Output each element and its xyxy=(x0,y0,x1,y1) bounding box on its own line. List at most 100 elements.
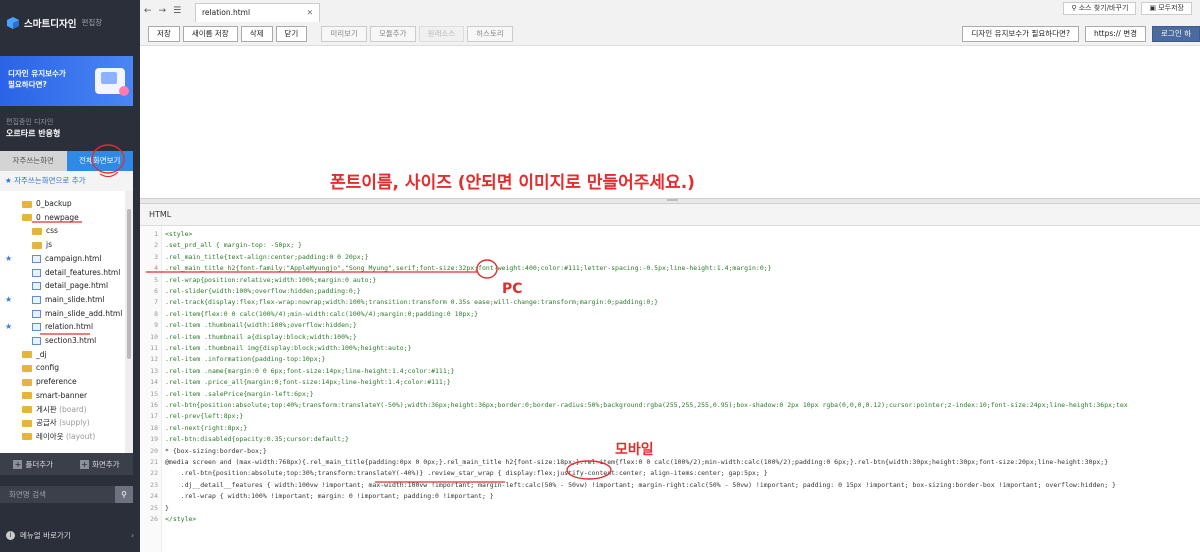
add-module-button[interactable]: 모듈추가 xyxy=(369,26,416,42)
tree-item-label: 게시판 xyxy=(36,404,57,414)
line-number: 1 xyxy=(154,230,158,238)
line-number: 23 xyxy=(150,480,158,489)
search-icon[interactable]: ⚲ xyxy=(115,486,133,503)
code-line[interactable]: } xyxy=(165,503,1200,513)
code-editor[interactable]: 1 2 3 4 5 6 7 8 9 10 11 12 13 14 15 16 17 18 19 20 21 22 23 24 2… xyxy=(140,226,1200,552)
screen-search-input[interactable]: 화면명 검색 ⚲ xyxy=(0,486,133,503)
list-menu-icon[interactable]: ☰ xyxy=(173,6,181,16)
maintenance-button[interactable]: 디자인 유지보수가 필요하다면? xyxy=(962,26,1079,42)
tab-relation-html[interactable]: relation.html ✕ xyxy=(195,3,320,22)
code-line[interactable]: .dj__detail__features { width:100vw !imp… xyxy=(165,480,1200,490)
tree-item[interactable]: main_slide_add.html xyxy=(32,307,122,320)
add-folder-button[interactable]: + 폴더추가 xyxy=(0,453,67,475)
back-arrow-icon[interactable]: ← xyxy=(144,6,152,16)
brand: 스마트디자인 편집창 xyxy=(0,0,140,45)
tree-item[interactable]: _dj xyxy=(22,348,47,361)
code-line[interactable]: .rel-btn{position:absolute;top:30%;trans… xyxy=(165,468,1200,478)
tab-favorites[interactable]: 자주쓰는화면 xyxy=(0,151,67,171)
tree-item[interactable]: 공급사 (supply) xyxy=(22,416,90,429)
code-line[interactable]: .rel-item .salePrice{margin-left:6px;} xyxy=(165,389,1200,399)
code-line[interactable]: .rel-next{right:8px;} xyxy=(165,423,1200,433)
line-number: 2 xyxy=(154,241,158,250)
close-button[interactable]: 닫기 xyxy=(275,26,308,42)
tree-item[interactable]: js xyxy=(32,238,52,251)
code-line[interactable]: .set_prd_all { margin-top: -50px; } xyxy=(165,240,1200,250)
code-line[interactable]: .rel-item{flex:0 0 calc(100%/4);min-widt… xyxy=(165,309,1200,319)
tree-item[interactable]: relation.html xyxy=(32,320,93,333)
forward-arrow-icon[interactable]: → xyxy=(159,6,167,16)
code-line[interactable]: .rel-wrap{position:relative;width:100%;m… xyxy=(165,275,1200,285)
tree-item[interactable]: 게시판 (board) xyxy=(22,403,87,416)
code-line[interactable]: </style> xyxy=(165,514,1200,524)
tree-scrollbar[interactable] xyxy=(125,191,133,453)
save-button[interactable]: 저장 xyxy=(148,26,180,42)
tree-item[interactable]: config xyxy=(22,361,59,374)
tree-item-label: campaign.html xyxy=(45,253,102,263)
https-change-button[interactable]: https:// 변경 xyxy=(1084,26,1147,42)
tree-item[interactable]: section3.html xyxy=(32,334,96,347)
manual-shortcut-label: 메뉴얼 바로가기 xyxy=(20,531,71,540)
tree-item[interactable]: smart-banner xyxy=(22,389,87,402)
tree-item-label: section3.html xyxy=(45,336,97,345)
code-line[interactable]: .rel-slider{width:100%;overflow:hidden;p… xyxy=(165,286,1200,296)
line-number: 16 xyxy=(150,401,158,409)
save-as-button[interactable]: 새이름 저장 xyxy=(182,26,238,42)
code-line[interactable]: <style> xyxy=(165,229,1200,239)
html-file-icon xyxy=(32,323,41,332)
search-icon: ⚲ xyxy=(1071,4,1079,12)
tree-item[interactable]: main_slide.html xyxy=(32,293,104,306)
code-line[interactable]: .rel-item .thumbnail img{display:block;w… xyxy=(165,343,1200,353)
add-screen-button[interactable]: + 화면추가 xyxy=(67,453,134,475)
manual-shortcut[interactable]: i 메뉴얼 바로가기 › xyxy=(6,530,134,541)
preview-button[interactable]: 미리보기 xyxy=(321,26,367,42)
close-tab-icon[interactable]: ✕ xyxy=(307,4,313,22)
line-number: 12 xyxy=(150,355,158,364)
line-gutter: 1 2 3 4 5 6 7 8 9 10 11 12 13 14 15 16 17 18 19 20 21 22 23 24 2… xyxy=(140,226,162,552)
login-button[interactable]: 로그인 하 xyxy=(1152,26,1200,42)
save-all-button[interactable]: ▣ 모두저장 xyxy=(1141,2,1192,15)
top-toolbar: ← → ☰ relation.html ✕ ⚲ 소스 찾기/바꾸기 ▣ 모두저장… xyxy=(140,0,1200,46)
tree-item[interactable]: preference xyxy=(22,375,77,388)
folder-icon xyxy=(22,406,32,413)
source-find-replace-button[interactable]: ⚲ 소스 찾기/바꾸기 xyxy=(1063,2,1137,15)
tree-item-label: smart-banner xyxy=(36,390,88,400)
tree-item[interactable]: detail_page.html xyxy=(32,279,108,292)
tree-item[interactable]: 레이아웃 (layout) xyxy=(22,430,95,443)
tree-item[interactable]: css xyxy=(32,224,58,237)
code-line[interactable]: .rel-item .price_all{margin:0;font-size:… xyxy=(165,377,1200,387)
code-line[interactable]: .rel-prev{left:8px;} xyxy=(165,411,1200,421)
code-line[interactable]: .rel-item .information{padding-top:10px;… xyxy=(165,354,1200,364)
favorite-star-icon[interactable]: ★ xyxy=(5,252,12,265)
tree-item[interactable]: 0_newpage xyxy=(22,211,79,224)
html-file-icon xyxy=(32,337,41,345)
scrollbar-thumb[interactable] xyxy=(127,209,131,359)
code-line[interactable]: .rel-item .name{margin:0 0 6px;font-size… xyxy=(165,366,1200,376)
history-button[interactable]: 히스토리 xyxy=(467,26,513,42)
code-line[interactable]: .rel-item .thumbnail a{display:block;wid… xyxy=(165,332,1200,342)
maintenance-banner[interactable]: 디자인 유지보수가 필요하다면? xyxy=(0,56,133,106)
code-line[interactable]: .rel-track{display:flex;flex-wrap:nowrap… xyxy=(165,297,1200,307)
code-line[interactable]: @media screen and (max-width:768px){.rel… xyxy=(165,457,1200,467)
tab-all-screens[interactable]: 전체화면보기 xyxy=(66,151,133,171)
add-favorite-link[interactable]: ★ 자주쓰는화면으로 추가 xyxy=(0,171,133,191)
favorite-star-icon[interactable]: ★ xyxy=(5,293,12,306)
brand-title: 스마트디자인 xyxy=(24,18,77,30)
code-line[interactable]: .rel-wrap { width:100% !important; margi… xyxy=(165,491,1200,501)
folder-icon xyxy=(22,392,32,400)
line-number: 26 xyxy=(150,515,158,523)
code-line[interactable]: .rel-btn:disabled{opacity:0.35;cursor:de… xyxy=(165,434,1200,444)
line-number: 25 xyxy=(150,503,158,512)
tree-item[interactable]: detail_features.html xyxy=(32,266,120,279)
code-line[interactable]: .rel-item .thumbnail{width:100%;overflow… xyxy=(165,320,1200,330)
tree-item[interactable]: campaign.html xyxy=(32,252,101,265)
favorite-star-icon[interactable]: ★ xyxy=(5,320,12,333)
delete-button[interactable]: 삭제 xyxy=(240,26,273,42)
code-line[interactable]: .rel-btn{position:absolute;top:40%;trans… xyxy=(165,400,1200,410)
add-folder-label: 폴더추가 xyxy=(25,459,54,469)
tree-item[interactable]: 0_backup xyxy=(22,197,72,210)
code-line[interactable]: .rel_main_title{text-align:center;paddin… xyxy=(165,252,1200,262)
folder-icon xyxy=(22,214,32,222)
code-line[interactable]: * {box-sizing:border-box;} xyxy=(165,446,1200,456)
code-line[interactable]: .rel_main_title h2{font-family:"AppleMyu… xyxy=(165,263,1200,273)
